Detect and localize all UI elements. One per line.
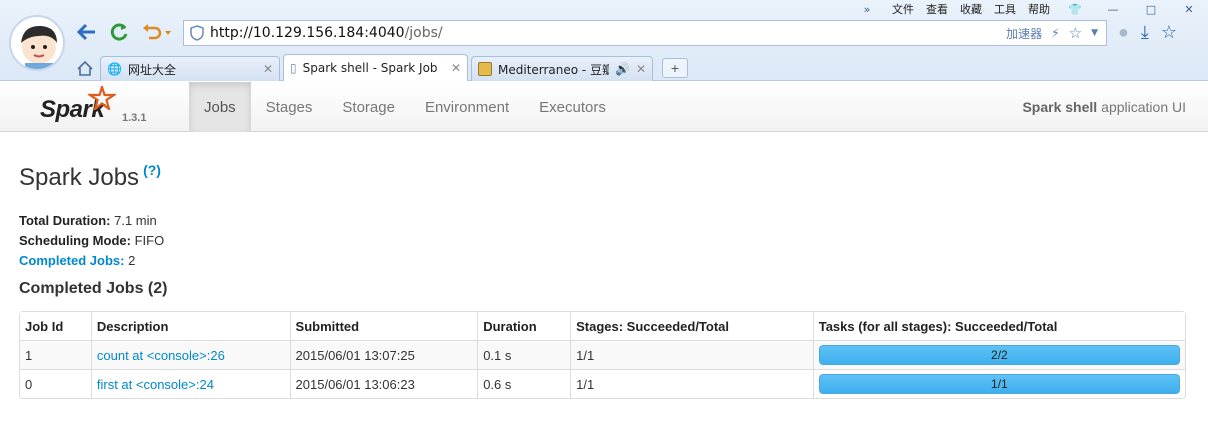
globe-icon: 🌐 xyxy=(107,62,122,76)
completed-jobs-link[interactable]: Completed Jobs: xyxy=(19,253,124,268)
completed-jobs-value: 2 xyxy=(128,253,136,268)
home-icon[interactable] xyxy=(70,55,100,81)
summary-completed-jobs: Completed Jobs: 2 xyxy=(19,251,1187,271)
close-window-icon[interactable]: ✕ xyxy=(1176,3,1202,16)
tab-nav-sites[interactable]: 🌐 网址大全 ✕ xyxy=(100,56,280,81)
dropdown-icon[interactable]: ▼ xyxy=(1091,28,1098,38)
submitted-cell: 2015/06/01 13:06:23 xyxy=(289,369,478,398)
url-text[interactable]: http://10.129.156.184:4040/jobs/ xyxy=(210,25,443,41)
tasks-cell: 1/1 xyxy=(812,369,1185,398)
tab-environment[interactable]: Environment xyxy=(410,82,524,132)
tab-jobs[interactable]: Jobs xyxy=(189,82,251,132)
spark-version: 1.3.1 xyxy=(122,112,147,124)
favorites-icon[interactable]: ☆ xyxy=(1161,22,1177,43)
tab-storage[interactable]: Storage xyxy=(327,82,410,132)
tasks-progress-bar: 2/2 xyxy=(818,345,1180,365)
total-duration-value: 7.1 min xyxy=(114,213,157,228)
scheduling-mode-value: FIFO xyxy=(134,233,165,248)
page-title: Spark Jobs (?) xyxy=(19,162,1187,192)
progress-label: 2/2 xyxy=(991,348,1008,362)
maximize-icon[interactable]: □ xyxy=(1138,3,1164,16)
skin-icon[interactable]: 👕 xyxy=(1062,3,1088,16)
shield-icon xyxy=(184,25,210,41)
douban-icon xyxy=(478,62,492,76)
tab-executors[interactable]: Executors xyxy=(524,82,621,132)
section-title: Completed Jobs (2) xyxy=(19,280,168,297)
summary-scheduling-mode: Scheduling Mode: FIFO xyxy=(19,231,1187,251)
tab-title: Mediterraneo - 豆瓣 xyxy=(498,62,609,77)
application-name: Spark shell application UI xyxy=(1022,82,1186,132)
submitted-cell: 2015/06/01 13:07:25 xyxy=(289,340,478,369)
menu-tools[interactable]: 工具 xyxy=(994,1,1016,17)
header-duration[interactable]: Duration xyxy=(477,312,571,340)
tasks-progress-bar: 1/1 xyxy=(818,374,1180,394)
refresh-icon[interactable] xyxy=(108,21,130,43)
tab-title: 网址大全 xyxy=(127,62,176,77)
menu-favorites[interactable]: 收藏 xyxy=(960,1,982,17)
menu-file[interactable]: 文件 xyxy=(892,1,914,17)
header-description[interactable]: Description xyxy=(90,312,290,340)
menu-bar: » 文件 查看 收藏 工具 帮助 👕 — □ ✕ xyxy=(848,0,1208,18)
spark-navbar: Spark 1.3.1 Jobs Stages Storage Environm… xyxy=(0,82,1208,132)
main-content: Spark Jobs (?) Total Duration: 7.1 min Sc… xyxy=(19,132,1187,399)
more-icon[interactable]: » xyxy=(854,3,880,16)
spark-logo[interactable]: Spark 1.3.1 xyxy=(36,83,156,128)
tab-spark-shell[interactable]: ▯ Spark shell - Spark Job ✕ xyxy=(283,54,468,81)
tasks-cell: 2/2 xyxy=(812,340,1185,369)
close-tab-icon[interactable]: ✕ xyxy=(451,61,461,75)
duration-cell: 0.1 s xyxy=(477,340,571,369)
header-submitted[interactable]: Submitted xyxy=(289,312,478,340)
job-summary: Total Duration: 7.1 min Scheduling Mode:… xyxy=(19,211,1187,271)
total-duration-label: Total Duration: xyxy=(19,213,111,228)
duration-cell: 0.6 s xyxy=(477,369,571,398)
help-link[interactable]: (?) xyxy=(143,162,161,178)
completed-jobs-table: Job Id Description Submitted Duration St… xyxy=(19,311,1186,399)
table-row: 0 first at <console>:24 2015/06/01 13:06… xyxy=(20,369,1185,398)
header-job-id[interactable]: Job Id xyxy=(20,312,91,340)
toolbar-icons: ● ⤓ ☆ xyxy=(1118,22,1177,43)
new-tab-button[interactable]: + xyxy=(662,58,688,78)
download-icon[interactable]: ⤓ xyxy=(1141,22,1149,43)
menu-help[interactable]: 帮助 xyxy=(1028,1,1050,17)
user-avatar[interactable] xyxy=(9,15,65,71)
description-cell: count at <console>:26 xyxy=(90,340,290,369)
tab-mediterraneo[interactable]: Mediterraneo - 豆瓣 🔊 ✕ xyxy=(471,56,653,81)
browser-chrome: » 文件 查看 收藏 工具 帮助 👕 — □ ✕ http://10.129.1… xyxy=(0,0,1208,81)
stages-cell: 1/1 xyxy=(570,340,813,369)
tab-stages[interactable]: Stages xyxy=(251,82,328,132)
menu-view[interactable]: 查看 xyxy=(926,1,948,17)
job-id-cell: 0 xyxy=(20,369,91,398)
summary-total-duration: Total Duration: 7.1 min xyxy=(19,211,1187,231)
stages-cell: 1/1 xyxy=(570,369,813,398)
tab-title: Spark shell - Spark Job xyxy=(302,61,438,75)
back-icon[interactable] xyxy=(76,21,98,43)
job-id-cell: 1 xyxy=(20,340,91,369)
job-description-link[interactable]: first at <console>:24 xyxy=(97,377,214,392)
header-stages[interactable]: Stages: Succeeded/Total xyxy=(570,312,813,340)
nav-tabs: Jobs Stages Storage Environment Executor… xyxy=(189,82,621,132)
description-cell: first at <console>:24 xyxy=(90,369,290,398)
progress-label: 1/1 xyxy=(991,377,1008,391)
table-header-row: Job Id Description Submitted Duration St… xyxy=(20,312,1185,340)
job-description-link[interactable]: count at <console>:26 xyxy=(97,348,225,363)
spark-star-icon xyxy=(86,83,118,113)
page-icon: ▯ xyxy=(290,61,297,75)
close-tab-icon[interactable]: ✕ xyxy=(263,62,273,76)
more-options-icon[interactable]: ● xyxy=(1118,22,1129,43)
table-row: 1 count at <console>:26 2015/06/01 13:07… xyxy=(20,340,1185,369)
accelerator-label[interactable]: 加速器 xyxy=(1006,25,1042,42)
lightning-icon[interactable]: ⚡ xyxy=(1051,26,1059,40)
page-title-text: Spark Jobs xyxy=(19,164,140,191)
speaker-icon[interactable]: 🔊 xyxy=(615,62,630,76)
undo-close-icon[interactable] xyxy=(140,21,174,43)
address-bar[interactable]: http://10.129.156.184:4040/jobs/ 加速器 ⚡ ☆… xyxy=(183,20,1107,46)
tab-strip: 🌐 网址大全 ✕ ▯ Spark shell - Spark Job ✕ Med… xyxy=(70,53,688,81)
scheduling-mode-label: Scheduling Mode: xyxy=(19,233,131,248)
star-icon[interactable]: ☆ xyxy=(1069,24,1082,42)
close-tab-icon[interactable]: ✕ xyxy=(636,62,646,76)
app-name-suffix: application UI xyxy=(1101,99,1186,115)
app-name-bold: Spark shell xyxy=(1022,99,1098,115)
header-tasks[interactable]: Tasks (for all stages): Succeeded/Total xyxy=(812,312,1185,340)
minimize-icon[interactable]: — xyxy=(1100,3,1126,16)
